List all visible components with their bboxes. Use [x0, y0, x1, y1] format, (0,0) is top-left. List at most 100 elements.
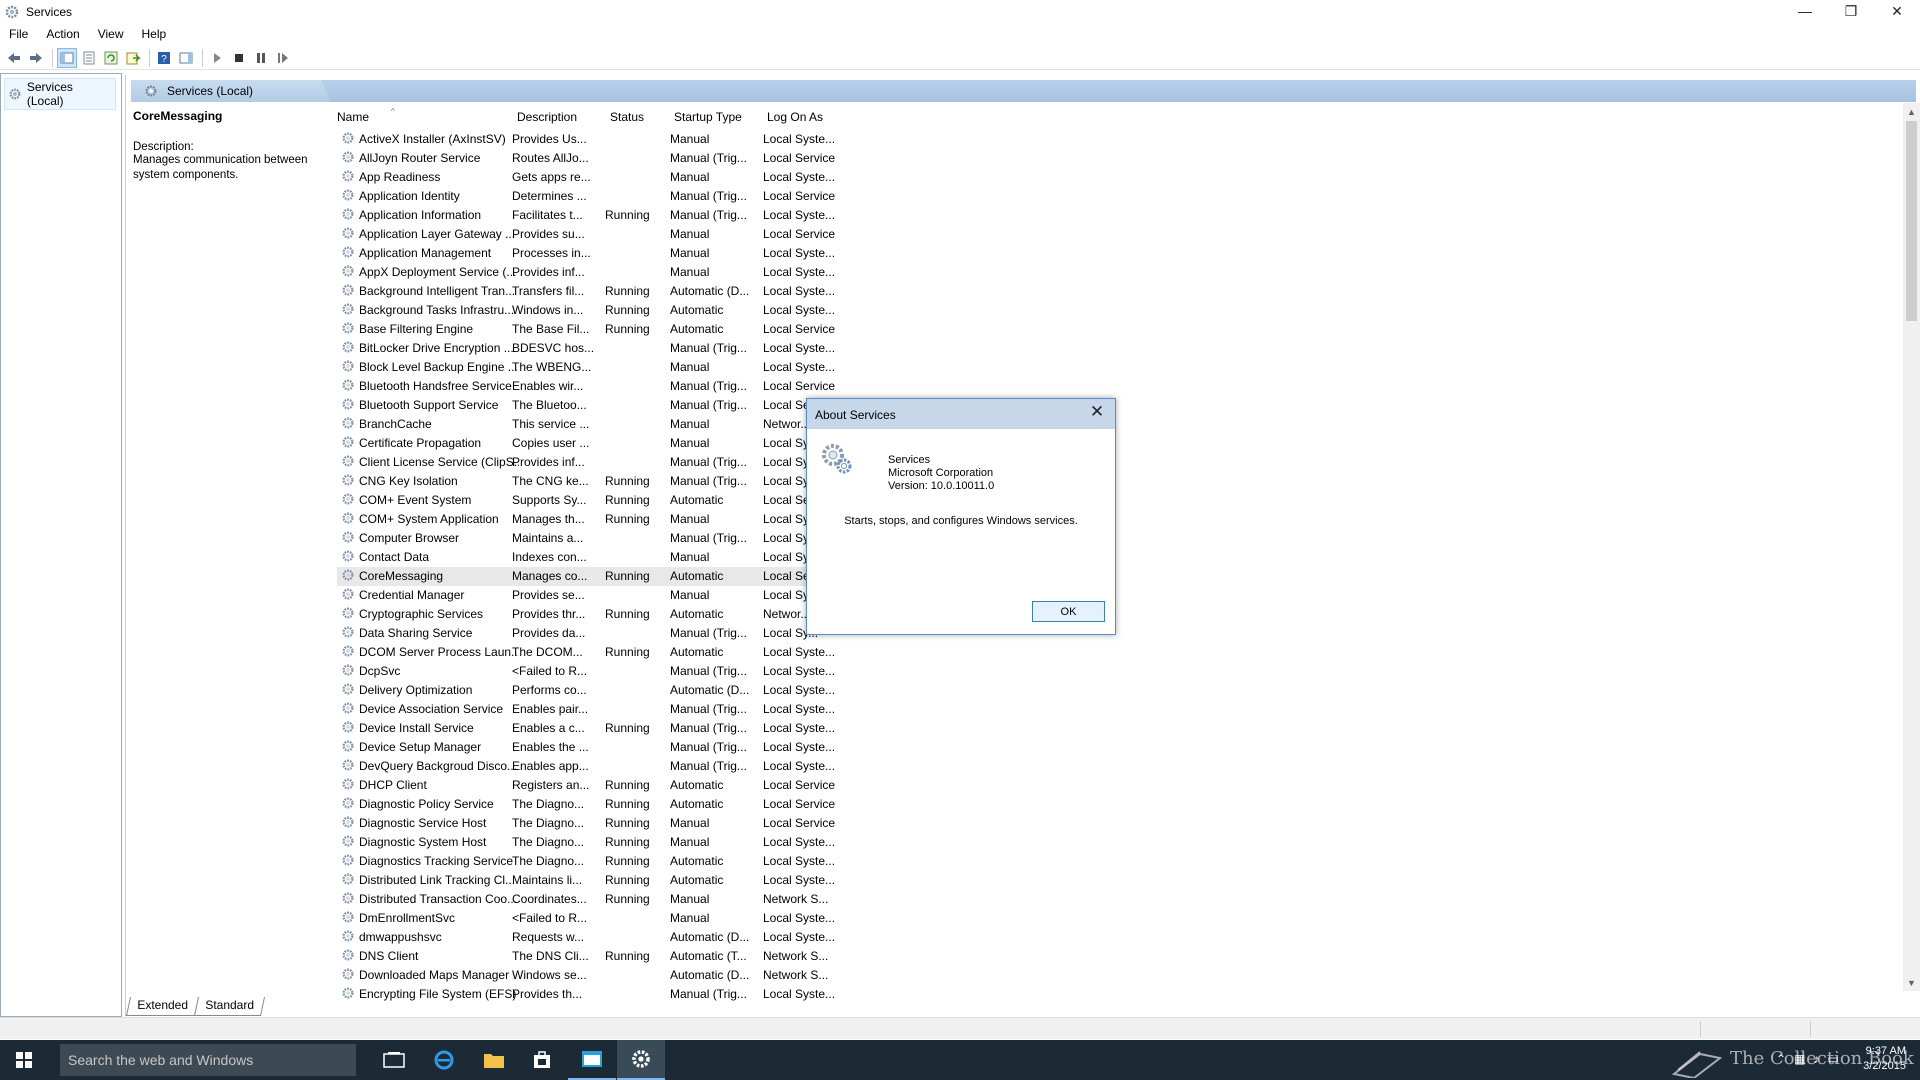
- dialog-close-button[interactable]: ✕: [1085, 402, 1109, 424]
- service-description: The Diagno...: [512, 797, 585, 811]
- chevron-up-icon[interactable]: ⌃: [1776, 1052, 1786, 1066]
- scroll-thumb[interactable]: [1906, 121, 1917, 321]
- table-row[interactable]: Device Setup Manager Enables the ... Manua…: [337, 738, 857, 757]
- restore-button[interactable]: ❐: [1828, 0, 1874, 22]
- pause-service-button[interactable]: [251, 48, 271, 68]
- forward-button[interactable]: [26, 48, 46, 68]
- table-row[interactable]: Credential Manager Provides se... Manual Lo…: [337, 586, 857, 605]
- table-row[interactable]: DevQuery Backgroud Disco... Enables app..…: [337, 757, 857, 776]
- table-row[interactable]: DcpSvc <Failed to R... Manual (Trig... Loca…: [337, 662, 857, 681]
- close-window-button[interactable]: ✕: [1874, 0, 1920, 22]
- table-row[interactable]: Client License Service (ClipS... Provides…: [337, 453, 857, 472]
- properties-button[interactable]: [79, 48, 99, 68]
- taskbar-console[interactable]: [568, 1040, 616, 1080]
- table-row[interactable]: Downloaded Maps Manager Windows se... Auto…: [337, 966, 857, 985]
- table-row[interactable]: dmwappushsvc Requests w... Automatic (D...…: [337, 928, 857, 947]
- stop-service-button[interactable]: [229, 48, 249, 68]
- column-header-startup-type[interactable]: Startup Type: [674, 110, 742, 124]
- table-row[interactable]: Diagnostic Policy Service The Diagno... Ru…: [337, 795, 857, 814]
- taskbar-store[interactable]: [518, 1040, 566, 1080]
- taskbar-search-box[interactable]: Search the web and Windows: [60, 1044, 356, 1076]
- show-hide-console-tree-button[interactable]: [57, 47, 77, 68]
- table-row[interactable]: Encrypting File System (EFS) Provides th.…: [337, 985, 857, 1004]
- menu-file[interactable]: File: [0, 27, 37, 41]
- table-row[interactable]: Bluetooth Support Service The Bluetoo... M…: [337, 396, 857, 415]
- task-view-button[interactable]: [370, 1040, 418, 1080]
- table-row[interactable]: Cryptographic Services Provides thr... Run…: [337, 605, 857, 624]
- service-description: Enables a c...: [512, 721, 585, 735]
- show-action-pane-button[interactable]: [176, 48, 196, 68]
- table-row[interactable]: Data Sharing Service Provides da... Manual…: [337, 624, 857, 643]
- scroll-down-button[interactable]: ▼: [1903, 974, 1920, 991]
- taskbar-services[interactable]: [617, 1040, 665, 1080]
- table-row[interactable]: Bluetooth Handsfree Service Enables wir..…: [337, 377, 857, 396]
- menu-view[interactable]: View: [89, 27, 133, 41]
- service-description: Gets apps re...: [512, 170, 591, 184]
- system-tray: ⌃ ▦ ♪ ▭ 9:37 AM 3/2/2015: [1770, 1040, 1920, 1080]
- service-gear-icon: [342, 341, 354, 353]
- table-row[interactable]: BranchCache This service ... Manual Networ.…: [337, 415, 857, 434]
- ok-button[interactable]: OK: [1032, 601, 1105, 622]
- table-row[interactable]: Device Install Service Enables a c... Runn…: [337, 719, 857, 738]
- volume-icon[interactable]: ♪: [1813, 1052, 1819, 1066]
- table-row[interactable]: DCOM Server Process Laun... The DCOM... Ru…: [337, 643, 857, 662]
- table-row[interactable]: Device Association Service Enables pair..…: [337, 700, 857, 719]
- restart-service-button[interactable]: [273, 48, 293, 68]
- scroll-up-button[interactable]: ▲: [1903, 103, 1920, 120]
- table-row[interactable]: Distributed Link Tracking Cl... Maintains…: [337, 871, 857, 890]
- table-row[interactable]: Diagnostic Service Host The Diagno... Runn…: [337, 814, 857, 833]
- table-row[interactable]: Distributed Transaction Coo... Coordinate…: [337, 890, 857, 909]
- table-row[interactable]: Diagnostic System Host The Diagno... Runni…: [337, 833, 857, 852]
- table-row[interactable]: ActiveX Installer (AxInstSV) Provides Us.…: [337, 130, 857, 149]
- taskbar-clock[interactable]: 9:37 AM 3/2/2015: [1863, 1044, 1906, 1074]
- table-row[interactable]: Application Management Processes in... Man…: [337, 244, 857, 263]
- tree-item-services-local[interactable]: Services (Local): [4, 78, 116, 110]
- column-header-status[interactable]: Status: [610, 110, 644, 124]
- table-row[interactable]: BitLocker Drive Encryption ... BDESVC hos…: [337, 339, 857, 358]
- back-button[interactable]: [4, 48, 24, 68]
- table-row[interactable]: Application Information Facilitates t... R…: [337, 206, 857, 225]
- menu-action[interactable]: Action: [37, 27, 88, 41]
- service-gear-icon: [342, 493, 354, 505]
- refresh-button[interactable]: [101, 48, 121, 68]
- table-row[interactable]: Background Tasks Infrastru... Windows in.…: [337, 301, 857, 320]
- table-row[interactable]: Block Level Backup Engine ... The WBENG..…: [337, 358, 857, 377]
- table-row[interactable]: DNS Client The DNS Cli... Running Automatic…: [337, 947, 857, 966]
- column-header-name[interactable]: Name: [337, 110, 369, 124]
- table-row[interactable]: Base Filtering Engine The Base Fil... Runn…: [337, 320, 857, 339]
- taskbar-file-explorer[interactable]: [470, 1040, 518, 1080]
- service-name: COM+ System Application: [359, 512, 499, 526]
- service-description: The DCOM...: [512, 645, 583, 659]
- table-row[interactable]: AllJoyn Router Service Routes AllJo... Man…: [337, 149, 857, 168]
- tab-extended[interactable]: Extended: [125, 997, 199, 1016]
- table-row[interactable]: Diagnostics Tracking Service The Diagno..…: [337, 852, 857, 871]
- table-row[interactable]: Background Intelligent Tran... Transfers …: [337, 282, 857, 301]
- column-header-log-on-as[interactable]: Log On As: [767, 110, 823, 124]
- vertical-scrollbar[interactable]: ▲ ▼: [1903, 103, 1920, 991]
- table-row[interactable]: Delivery Optimization Performs co... Autom…: [337, 681, 857, 700]
- table-row[interactable]: App Readiness Gets apps re... Manual Local …: [337, 168, 857, 187]
- start-button[interactable]: [0, 1040, 48, 1080]
- table-row[interactable]: CNG Key Isolation The CNG ke... Running Man…: [337, 472, 857, 491]
- menu-help[interactable]: Help: [133, 27, 176, 41]
- table-row[interactable]: DHCP Client Registers an... Running Automat…: [337, 776, 857, 795]
- table-row[interactable]: Application Identity Determines ... Manual…: [337, 187, 857, 206]
- notifications-icon[interactable]: ▭: [1827, 1052, 1838, 1066]
- table-row[interactable]: Contact Data Indexes con... Manual Local Sy…: [337, 548, 857, 567]
- table-row[interactable]: Application Layer Gateway ... Provides su…: [337, 225, 857, 244]
- taskbar-ie[interactable]: [420, 1040, 468, 1080]
- minimize-button[interactable]: —: [1782, 0, 1828, 22]
- table-row[interactable]: DmEnrollmentSvc <Failed to R... Manual Loca…: [337, 909, 857, 928]
- network-icon[interactable]: ▦: [1794, 1052, 1805, 1066]
- table-row[interactable]: COM+ System Application Manages th... Runn…: [337, 510, 857, 529]
- tab-standard[interactable]: Standard: [193, 997, 265, 1016]
- table-row[interactable]: Certificate Propagation Copies user ... Ma…: [337, 434, 857, 453]
- table-row[interactable]: CoreMessaging Manages co... Running Automat…: [337, 567, 857, 586]
- table-row[interactable]: COM+ Event System Supports Sy... Running Au…: [337, 491, 857, 510]
- help-button[interactable]: ?: [154, 48, 174, 68]
- column-header-description[interactable]: Description: [517, 110, 577, 124]
- export-list-button[interactable]: [123, 48, 143, 68]
- table-row[interactable]: AppX Deployment Service (... Provides inf…: [337, 263, 857, 282]
- table-row[interactable]: Computer Browser Maintains a... Manual (Tr…: [337, 529, 857, 548]
- start-service-button[interactable]: [207, 48, 227, 68]
